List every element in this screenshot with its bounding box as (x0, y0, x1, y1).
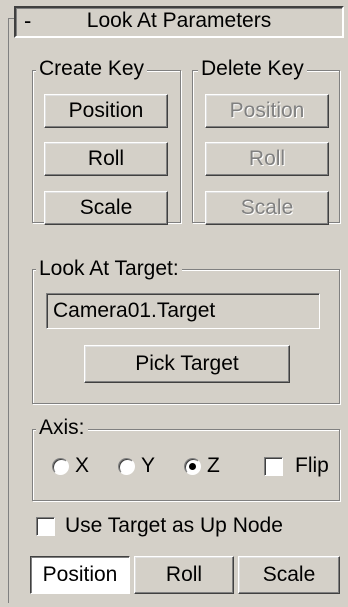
pick-target-button[interactable]: Pick Target (84, 345, 290, 383)
radio-selected-dot (189, 462, 196, 470)
delete-position-button[interactable]: Position (205, 94, 329, 128)
axis-x-label: X (75, 454, 90, 477)
mode-scale-button[interactable]: Scale (238, 556, 340, 594)
create-roll-button[interactable]: Roll (44, 142, 168, 176)
target-name-field[interactable]: Camera01.Target (46, 293, 320, 329)
create-position-button[interactable]: Position (44, 94, 168, 128)
axis-y-radio[interactable]: Y (118, 451, 155, 481)
mode-position-button[interactable]: Position (30, 556, 130, 594)
axis-z-radio[interactable]: Z (184, 451, 220, 481)
create-key-label: Create Key (36, 58, 148, 80)
axis-z-label: Z (207, 454, 220, 477)
axis-y-label: Y (141, 454, 156, 477)
look-at-target-group (32, 269, 340, 404)
radio-x-circle[interactable] (52, 457, 69, 475)
delete-key-label: Delete Key (198, 58, 307, 80)
flip-label: Flip (295, 454, 329, 477)
radio-y-circle[interactable] (118, 457, 135, 475)
create-scale-button[interactable]: Scale (44, 191, 168, 225)
axis-x-radio[interactable]: X (52, 451, 89, 481)
flip-checkbox[interactable]: Flip (264, 452, 329, 480)
use-target-up-checkbox[interactable]: Use Target as Up Node (36, 512, 283, 540)
use-target-up-box[interactable] (36, 516, 55, 536)
use-target-up-label: Use Target as Up Node (65, 514, 283, 537)
delete-scale-button[interactable]: Scale (205, 191, 329, 225)
mode-roll-button[interactable]: Roll (134, 556, 234, 594)
delete-roll-button[interactable]: Roll (205, 142, 329, 176)
look-at-target-label: Look At Target: (36, 258, 182, 280)
radio-z-circle[interactable] (184, 457, 201, 475)
axis-label: Axis: (36, 417, 88, 439)
rollout-title: Look At Parameters (86, 9, 272, 32)
flip-checkbox-box[interactable] (264, 456, 283, 476)
rollout-header[interactable]: - Look At Parameters (14, 6, 344, 38)
